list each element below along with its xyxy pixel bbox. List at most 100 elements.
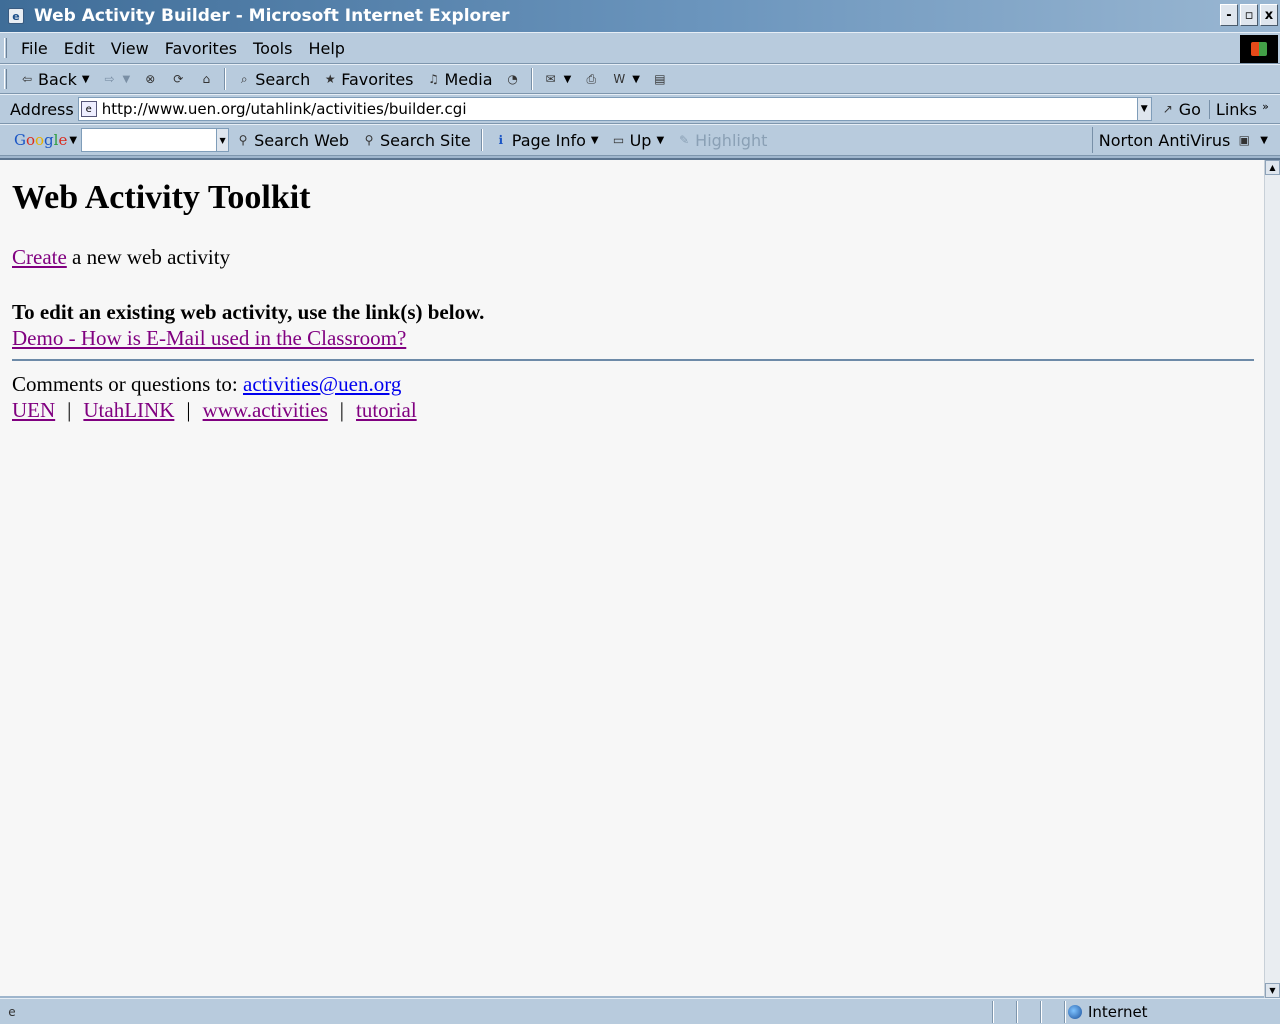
status-segment (1064, 1000, 1066, 1023)
horizontal-rule (12, 359, 1254, 361)
close-button[interactable]: x (1260, 4, 1278, 26)
create-line: Create a new web activity (12, 244, 1256, 270)
back-button[interactable]: ⇦ Back ▼ (13, 70, 96, 89)
menu-help[interactable]: Help (300, 39, 352, 58)
create-link[interactable]: Create (12, 245, 67, 269)
google-logo[interactable]: Google (0, 131, 67, 149)
page-content: Web Activity Toolkit Create a new web ac… (12, 160, 1256, 423)
comments-text: Comments or questions to: (12, 372, 243, 396)
status-segment (992, 1000, 994, 1023)
comments-line: Comments or questions to: activities@uen… (12, 371, 1256, 397)
search-web-button[interactable]: ⚲ Search Web (229, 131, 355, 150)
link-separator: | (339, 398, 345, 422)
media-label: Media (444, 69, 493, 89)
media-button[interactable]: ♫ Media (420, 70, 499, 89)
norton-antivirus-button[interactable]: Norton AntiVirus ▣ ▼ (1091, 127, 1268, 153)
highlight-label: Highlight (695, 130, 768, 150)
toolbar-grip[interactable] (4, 69, 7, 89)
google-menu-dropdown-icon[interactable]: ▼ (69, 135, 77, 146)
restore-button[interactable]: ▫ (1240, 4, 1258, 26)
status-segment (1016, 1000, 1018, 1023)
home-icon: ⌂ (202, 72, 211, 86)
edit-heading: To edit an existing web activity, use th… (12, 300, 485, 324)
back-label: Back (38, 69, 77, 89)
demo-activity-link[interactable]: Demo - How is E-Mail used in the Classro… (12, 326, 406, 350)
print-icon: ⎙ (586, 71, 597, 86)
address-dropdown-icon[interactable]: ▼ (1136, 98, 1151, 120)
back-dropdown-icon[interactable]: ▼ (82, 74, 90, 85)
google-search-input[interactable]: ▼ (81, 128, 230, 152)
stop-button[interactable]: ⊗ (136, 71, 164, 87)
mail-dropdown-icon[interactable]: ▼ (564, 74, 572, 85)
standard-toolbar: ⇦ Back ▼ ⇨ ▼ ⊗ ⟳ ⌂ ⌕ Search ★ Favorites … (0, 64, 1280, 94)
minimize-button[interactable]: - (1220, 4, 1238, 26)
address-label: Address (10, 99, 74, 119)
edit-button[interactable]: W ▼ (605, 71, 646, 87)
www-activities-link[interactable]: www.activities (203, 398, 328, 422)
menu-view[interactable]: View (103, 39, 157, 58)
scroll-up-arrow-icon[interactable]: ▲ (1265, 160, 1280, 175)
up-folder-icon: ▭ (612, 133, 625, 147)
window-title: Web Activity Builder - Microsoft Interne… (34, 6, 510, 26)
media-icon: ♫ (428, 72, 439, 86)
mail-button[interactable]: ✉ ▼ (537, 71, 578, 87)
refresh-button[interactable]: ⟳ (164, 71, 192, 87)
page-info-label: Page Info (511, 130, 586, 150)
google-search-dropdown-icon[interactable]: ▼ (216, 129, 229, 151)
forward-arrow-icon: ⇨ (104, 72, 115, 86)
links-label: Links (1215, 99, 1258, 119)
norton-shield-icon: ▣ (1238, 133, 1250, 147)
status-bar: e Internet (0, 998, 1280, 1024)
page-status-icon: e (8, 1004, 16, 1019)
discuss-button[interactable]: ▤ (646, 71, 674, 87)
google-toolbar: Google ▼ ▼ ⚲ Search Web ⚲ Search Site ℹ … (0, 124, 1280, 156)
info-icon: ℹ (498, 133, 504, 147)
page-info-button[interactable]: ℹ Page Info ▼ (487, 131, 605, 150)
menu-edit[interactable]: Edit (56, 39, 103, 58)
uen-link[interactable]: UEN (12, 398, 55, 422)
history-button[interactable]: ◔ (499, 71, 527, 87)
go-button[interactable]: ↗ Go (1152, 100, 1209, 119)
security-zone[interactable]: Internet (1068, 1003, 1148, 1021)
status-segment (1040, 1000, 1042, 1023)
link-separator: | (67, 398, 72, 422)
address-url[interactable]: http://www.uen.org/utahlink/activities/b… (102, 100, 467, 118)
highlight-button[interactable]: ✎ Highlight (670, 131, 773, 150)
email-link[interactable]: activities@uen.org (243, 372, 401, 396)
refresh-icon: ⟳ (173, 72, 184, 86)
home-button[interactable]: ⌂ (192, 71, 220, 87)
page-info-dropdown-icon[interactable]: ▼ (591, 135, 599, 146)
menu-tools[interactable]: Tools (245, 39, 300, 58)
favorites-button[interactable]: ★ Favorites (316, 70, 419, 89)
page-icon: e (80, 101, 97, 117)
vertical-scrollbar[interactable]: ▲ ▼ (1264, 160, 1280, 998)
go-label: Go (1178, 99, 1201, 119)
search-site-label: Search Site (380, 130, 471, 150)
norton-dropdown-icon[interactable]: ▼ (1260, 135, 1268, 146)
forward-button[interactable]: ⇨ ▼ (96, 71, 137, 87)
edit-dropdown-icon[interactable]: ▼ (632, 74, 640, 85)
up-button[interactable]: ▭ Up ▼ (605, 131, 671, 150)
links-button[interactable]: Links » (1208, 99, 1269, 119)
chevron-right-icon[interactable]: » (1262, 100, 1269, 113)
menu-file[interactable]: File (13, 39, 56, 58)
ie-app-icon[interactable]: e (8, 8, 24, 24)
footer-links: UEN | UtahLINK | www.activities | tutorial (12, 397, 1256, 423)
address-input[interactable]: e http://www.uen.org/utahlink/activities… (77, 97, 1152, 121)
up-label: Up (629, 130, 652, 150)
search-button[interactable]: ⌕ Search (230, 70, 316, 89)
toolbar-grip[interactable] (4, 38, 7, 58)
menu-bar: File Edit View Favorites Tools Help (0, 32, 1280, 64)
windows-logo-icon (1240, 35, 1278, 63)
forward-dropdown-icon[interactable]: ▼ (123, 74, 131, 85)
tutorial-link[interactable]: tutorial (356, 398, 417, 422)
utahlink-link[interactable]: UtahLINK (83, 398, 174, 422)
search-site-button[interactable]: ⚲ Search Site (355, 131, 477, 150)
word-edit-icon: W (613, 72, 626, 86)
menu-favorites[interactable]: Favorites (157, 39, 245, 58)
print-button[interactable]: ⎙ (577, 71, 605, 87)
up-dropdown-icon[interactable]: ▼ (656, 135, 664, 146)
scroll-down-arrow-icon[interactable]: ▼ (1265, 983, 1280, 998)
discuss-icon: ▤ (654, 72, 666, 86)
back-arrow-icon: ⇦ (21, 72, 33, 86)
